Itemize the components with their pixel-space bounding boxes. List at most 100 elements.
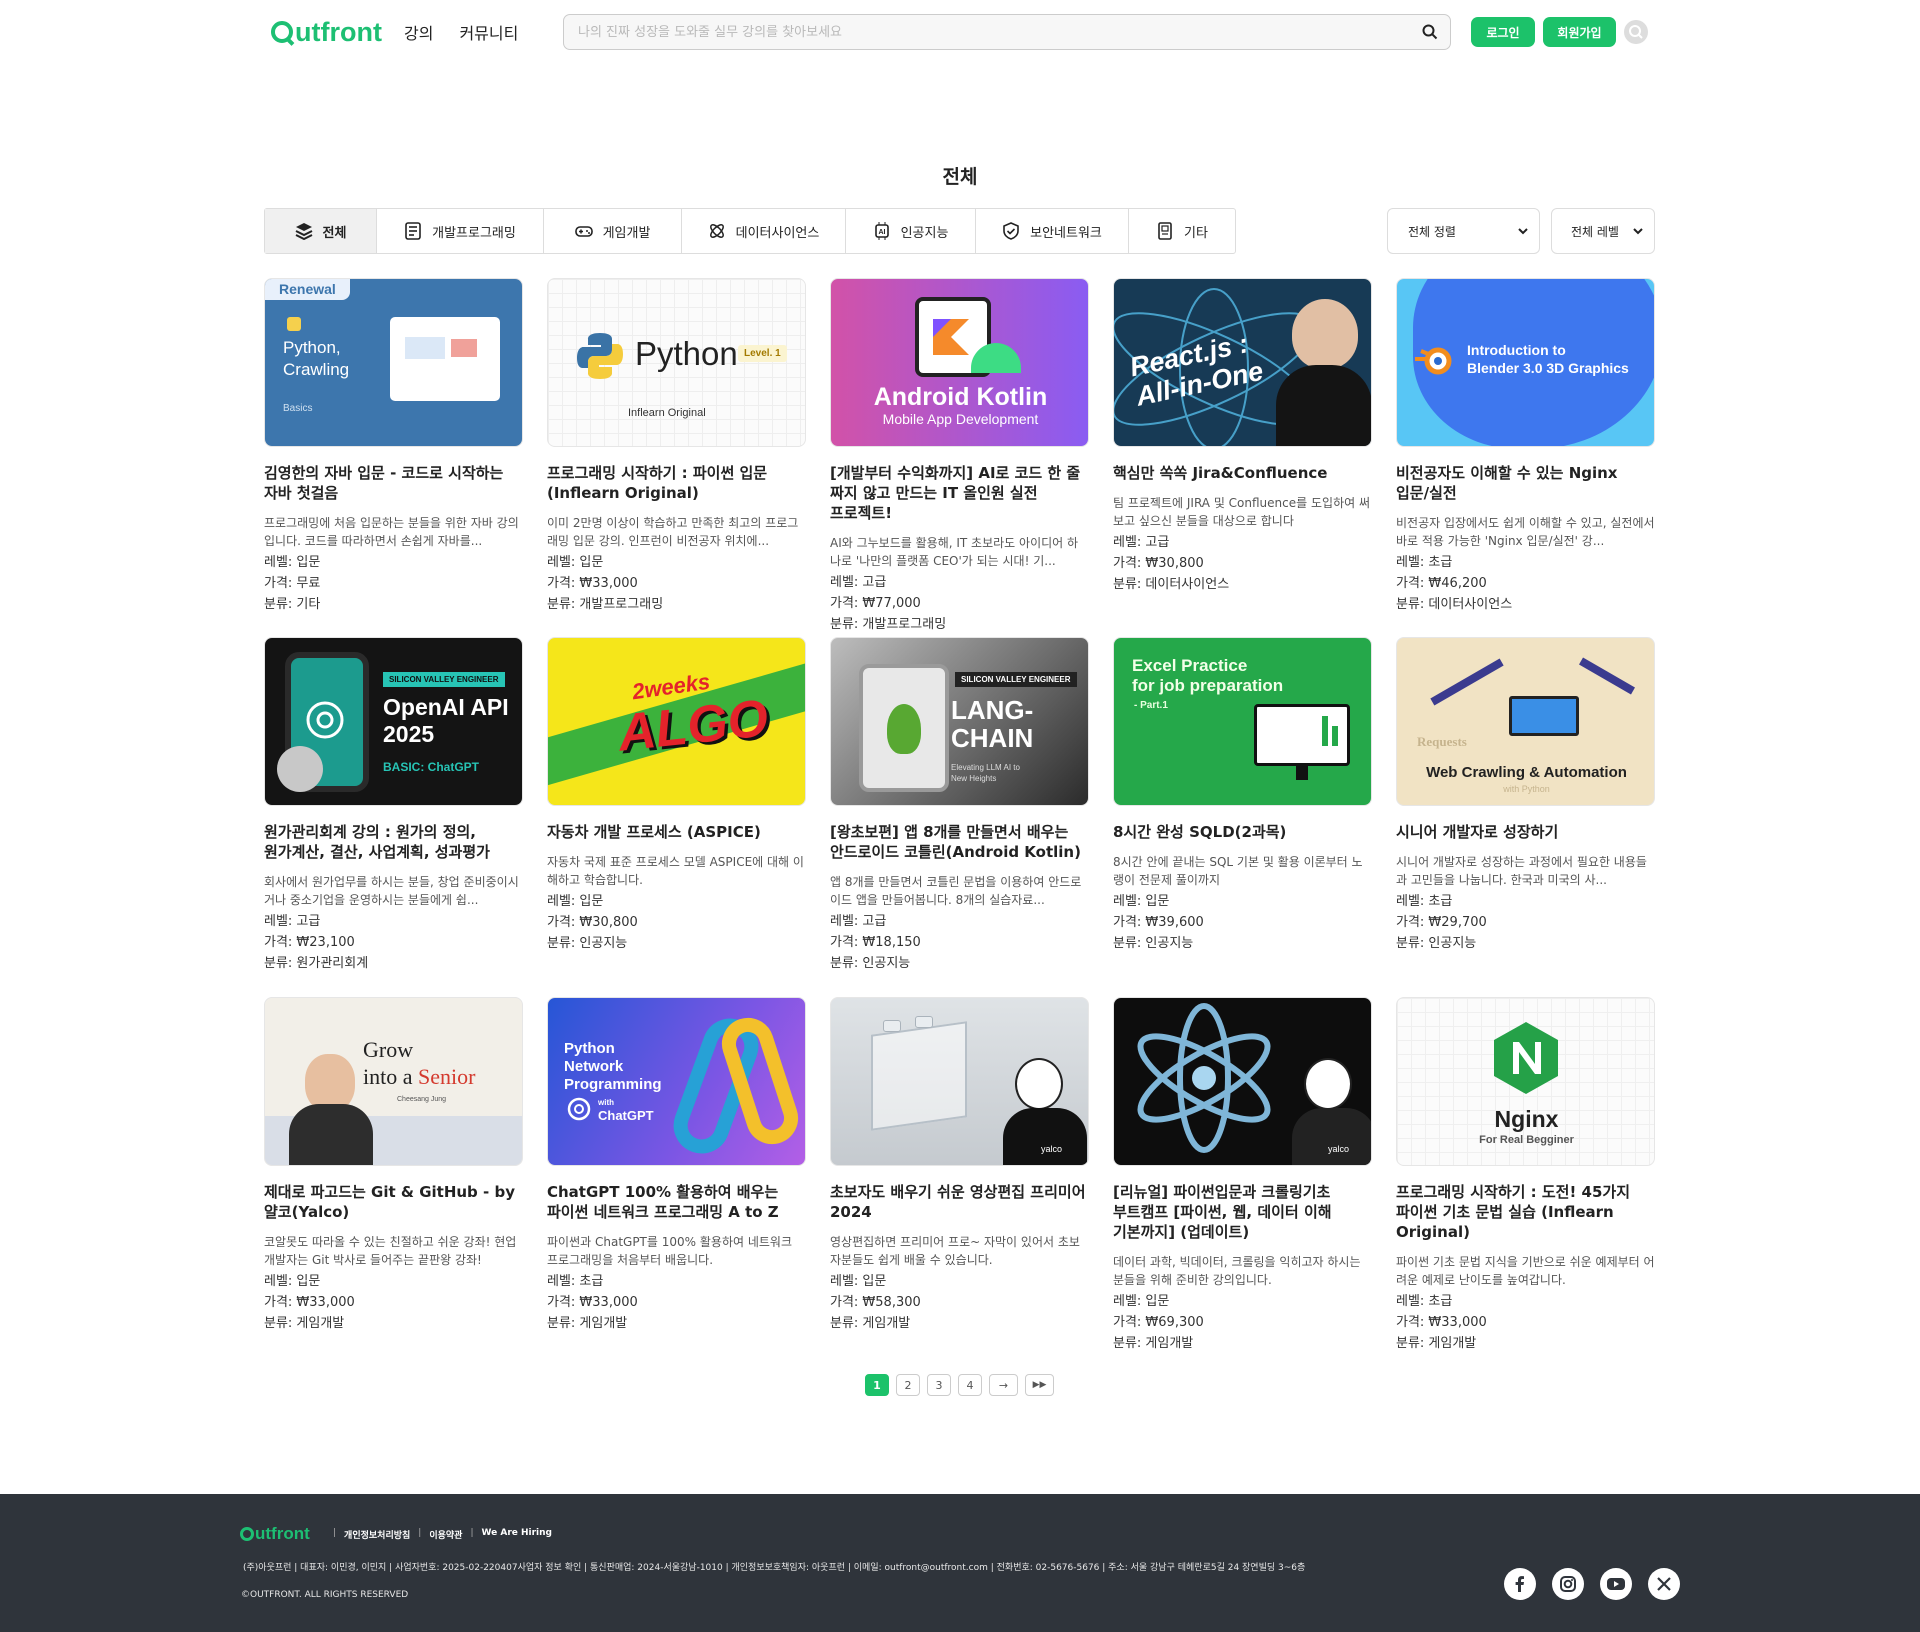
course-thumbnail[interactable]: Excel Practice for job preparation - Part… — [1113, 637, 1372, 806]
course-desc: 회사에서 원가업무를 하시는 분들, 창업 준비중이시거나 중소기업을 운영하시… — [264, 875, 519, 907]
course-title[interactable]: 핵심만 쏙쏙 Jira&Confluence — [1113, 463, 1372, 483]
robot-arm-illustration — [1430, 658, 1504, 706]
course-card[interactable]: yalco [리뉴얼] 파이썬입문과 크롤링기초 부트캠프 [파이썬, 웹, 데… — [1113, 997, 1372, 1354]
nav-community[interactable]: 커뮤니티 — [459, 20, 518, 44]
thumb-text: Python — [635, 335, 738, 372]
privacy-policy-link[interactable]: 개인정보처리방침 — [344, 1528, 410, 1541]
course-card[interactable]: Renewal Python, Crawling Basics 김영한의 자바 입… — [264, 278, 523, 615]
course-title[interactable]: 원가관리회계 강의 : 원가의 정의, 원가계산, 결산, 사업계획, 성과평가 — [264, 822, 523, 862]
course-thumbnail[interactable]: yalco — [1113, 997, 1372, 1166]
course-card[interactable]: SILICON VALLEY ENGINEER LANG- CHAIN Eleva… — [830, 637, 1089, 974]
course-title[interactable]: 프로그래밍 시작하기 : 도전! 45가지 파이썬 기초 문법 실습 (Infl… — [1396, 1182, 1655, 1242]
thumb-text: Android Kotlin — [873, 383, 1048, 411]
course-title[interactable]: 제대로 파고드는 Git & GitHub - by 얄코(Yalco) — [264, 1182, 523, 1222]
tab-security-network[interactable]: 보안네트워크 — [976, 209, 1129, 253]
course-level: 레벨: 초급 — [547, 1274, 604, 1289]
course-level: 레벨: 입문 — [547, 894, 604, 909]
course-price: 가격: ₩18,150 — [830, 935, 921, 950]
tab-etc[interactable]: 기타 — [1129, 209, 1235, 253]
course-card[interactable]: Excel Practice for job preparation - Part… — [1113, 637, 1372, 954]
thumb-tag: SILICON VALLEY ENGINEER — [955, 672, 1077, 687]
terms-link[interactable]: 이용약관 — [429, 1528, 462, 1541]
company-info: (주)아웃프런 | 대표자: 이민경, 이민지 | 사업자번호: 2025-02… — [243, 1563, 1306, 1573]
course-card[interactable]: 2weeks ALGO 자동차 개발 프로세스 (ASPICE) 자동차 국제 … — [547, 637, 806, 954]
page-3-button[interactable]: 3 — [927, 1374, 951, 1396]
course-thumbnail[interactable]: Python Network Programming with ChatGPT — [547, 997, 806, 1166]
course-thumbnail[interactable]: SILICON VALLEY ENGINEER LANG- CHAIN Eleva… — [830, 637, 1089, 806]
search-input[interactable] — [564, 15, 1384, 49]
course-level: 레벨: 초급 — [1396, 555, 1453, 570]
course-card[interactable]: Android Kotlin Mobile App Development [개… — [830, 278, 1089, 635]
course-category: 분류: 기타 — [264, 597, 321, 612]
tab-game-dev[interactable]: 게임개발 — [544, 209, 682, 253]
course-thumbnail[interactable]: 2weeks ALGO — [547, 637, 806, 806]
course-card[interactable]: Introduction to Blender 3.0 3D Graphics 비… — [1396, 278, 1655, 615]
thumb-text: Nginx — [1494, 1106, 1559, 1132]
instagram-icon[interactable] — [1552, 1568, 1584, 1600]
course-thumbnail[interactable]: Android Kotlin Mobile App Development — [830, 278, 1089, 447]
sort-select[interactable]: 전체 정렬 — [1387, 208, 1540, 254]
login-button[interactable]: 로그인 — [1471, 17, 1535, 47]
course-title[interactable]: 김영한의 자바 입문 - 코드로 시작하는 자바 첫걸음 — [264, 463, 523, 503]
course-desc: 파이썬과 ChatGPT를 100% 활용하여 네트워크 프로그래밍을 처음부터… — [547, 1235, 792, 1267]
course-desc: 팀 프로젝트에 JIRA 및 Confluence를 도입하여 써보고 싶으신 … — [1113, 496, 1371, 528]
course-card[interactable]: Grow into a Senior Cheesang Jung 제대로 파고드는… — [264, 997, 523, 1334]
course-card[interactable]: React.js : All-in-One 핵심만 쏙쏙 Jira&Conflue… — [1113, 278, 1372, 595]
tab-ai[interactable]: AI 인공지능 — [846, 209, 976, 253]
course-title[interactable]: 8시간 완성 SQLD(2과목) — [1113, 822, 1372, 842]
course-title[interactable]: ChatGPT 100% 활용하여 배우는 파이썬 네트워크 프로그래밍 A t… — [547, 1182, 806, 1222]
tab-label: 데이터사이언스 — [735, 225, 820, 241]
course-card[interactable]: SILICON VALLEY ENGINEER OpenAI API 2025 B… — [264, 637, 523, 974]
course-title[interactable]: 비전공자도 이해할 수 있는 Nginx 입문/실전 — [1396, 463, 1655, 503]
level-select[interactable]: 전체 레벨 — [1551, 208, 1655, 254]
course-thumbnail[interactable]: Renewal Python, Crawling Basics — [264, 278, 523, 447]
course-card[interactable]: Nginx For Real Begginer 프로그래밍 시작하기 : 도전!… — [1396, 997, 1655, 1354]
next-page-button[interactable]: → — [989, 1374, 1018, 1396]
search-icon[interactable] — [1422, 24, 1438, 40]
course-card[interactable]: Requests Web Crawling & Automation with … — [1396, 637, 1655, 954]
signup-button[interactable]: 회원가입 — [1543, 17, 1616, 47]
course-thumbnail[interactable]: Introduction to Blender 3.0 3D Graphics — [1396, 278, 1655, 447]
x-icon[interactable] — [1648, 1568, 1680, 1600]
course-card[interactable]: Python Level. 1 Inflearn Original 프로그래밍 … — [547, 278, 806, 615]
thumb-text: Python, Crawling — [283, 338, 350, 379]
nav-courses[interactable]: 강의 — [404, 20, 433, 44]
tab-data-science[interactable]: 데이터사이언스 — [682, 209, 846, 253]
course-thumbnail[interactable]: Nginx For Real Begginer — [1396, 997, 1655, 1166]
course-thumbnail[interactable]: SILICON VALLEY ENGINEER OpenAI API 2025 B… — [264, 637, 523, 806]
course-title[interactable]: 초보자도 배우기 쉬운 영상편집 프리미어 2024 — [830, 1182, 1089, 1222]
tab-label: 인공지능 — [900, 225, 949, 241]
course-title[interactable]: 프로그래밍 시작하기 : 파이썬 입문 (Inflearn Original) — [547, 463, 806, 503]
page-2-button[interactable]: 2 — [896, 1374, 920, 1396]
course-thumbnail[interactable]: Python Level. 1 Inflearn Original — [547, 278, 806, 447]
course-card[interactable]: yalco 초보자도 배우기 쉬운 영상편집 프리미어 2024 영상편집하면 … — [830, 997, 1089, 1334]
course-thumbnail[interactable]: Grow into a Senior Cheesang Jung — [264, 997, 523, 1166]
course-price: 가격: ₩39,600 — [1113, 915, 1204, 930]
youtube-icon[interactable] — [1600, 1568, 1632, 1600]
facebook-icon[interactable] — [1504, 1568, 1536, 1600]
instructor-photo — [1292, 299, 1358, 369]
course-thumbnail[interactable]: yalco — [830, 997, 1089, 1166]
course-card[interactable]: Python Network Programming with ChatGPT Ch… — [547, 997, 806, 1334]
course-title[interactable]: 시니어 개발자로 성장하기 — [1396, 822, 1655, 842]
tab-dev-programming[interactable]: 개발프로그래밍 — [377, 209, 544, 253]
course-title[interactable]: 자동차 개발 프로세스 (ASPICE) — [547, 822, 806, 842]
user-avatar-icon[interactable] — [1624, 20, 1648, 44]
course-thumbnail[interactable]: Requests Web Crawling & Automation with … — [1396, 637, 1655, 806]
hiring-link[interactable]: We Are Hiring — [482, 1528, 552, 1541]
openai-logo-icon — [567, 1097, 591, 1121]
sort-select-value: 전체 정렬 — [1408, 224, 1456, 239]
tab-all[interactable]: 전체 — [265, 209, 377, 253]
logo[interactable]: utfront — [271, 17, 382, 47]
page-4-button[interactable]: 4 — [958, 1374, 982, 1396]
course-title[interactable]: [개발부터 수익화까지] AI로 코드 한 줄 짜지 않고 만드는 IT 올인원… — [830, 463, 1089, 523]
page-1-button[interactable]: 1 — [865, 1374, 889, 1396]
thumb-sub: yalco — [1041, 1144, 1063, 1154]
course-title[interactable]: [왕초보편] 앱 8개를 만들면서 배우는 안드로이드 코틀린(Android … — [830, 822, 1089, 862]
course-thumbnail[interactable]: React.js : All-in-One — [1113, 278, 1372, 447]
course-title[interactable]: [리뉴얼] 파이썬입문과 크롤링기초 부트캠프 [파이썬, 웹, 데이터 이해 … — [1113, 1182, 1372, 1242]
category-tabs: 전체 개발프로그래밍 게임개발 데이터사이언스 AI 인공지능 보안네트워크 기… — [264, 208, 1236, 254]
footer-logo[interactable]: utfront — [240, 1524, 310, 1544]
thumb-text: Excel Practice for job preparation — [1132, 656, 1284, 695]
last-page-button[interactable]: ▶▶ — [1025, 1374, 1054, 1396]
